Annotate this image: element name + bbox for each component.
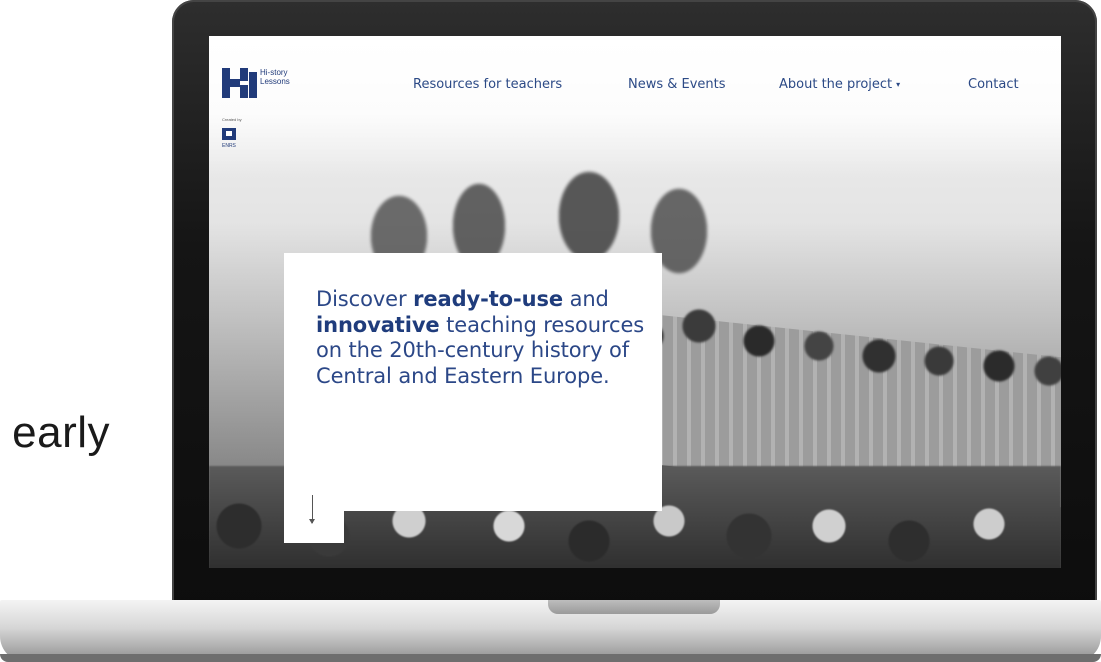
site-header: Hi-story Lessons Created by ENRS Resourc… xyxy=(209,36,1061,149)
logo-text: Hi-story Lessons xyxy=(260,68,290,86)
hero-text-emphasis: innovative xyxy=(316,312,440,337)
nav-about-the-project[interactable]: About the project ▾ xyxy=(779,77,900,92)
hero-text-segment: Discover xyxy=(316,287,414,311)
hero-text-emphasis: ready-to-use xyxy=(413,287,563,311)
logo-text-line2: Lessons xyxy=(260,77,290,86)
nav-news-events[interactable]: News & Events xyxy=(628,77,726,92)
nav-label: News & Events xyxy=(628,77,726,92)
hero-text-segment: and xyxy=(563,287,609,311)
laptop-notch xyxy=(548,600,720,614)
nav-label: Resources for teachers xyxy=(413,77,563,92)
nav-label: About the project xyxy=(779,77,893,92)
hero-heading: Discover ready-to-use and innovative tea… xyxy=(316,287,646,389)
laptop-screen: Hi-story Lessons Created by ENRS Resourc… xyxy=(209,36,1061,568)
site-logo[interactable]: Hi-story Lessons xyxy=(222,68,290,98)
hero-card: Discover ready-to-use and innovative tea… xyxy=(284,253,662,511)
partner-logo-icon[interactable] xyxy=(222,128,236,140)
nav-contact[interactable]: Contact xyxy=(968,77,1019,92)
logo-text-line1: Hi-story xyxy=(260,68,288,77)
background-partial-word: early xyxy=(12,408,110,457)
created-by-label: Created by xyxy=(222,117,242,122)
chevron-down-icon: ▾ xyxy=(896,80,901,89)
nav-label: Contact xyxy=(968,77,1019,92)
photo-crowd-on-wall xyxy=(629,276,1061,396)
logo-mark-icon xyxy=(222,68,258,98)
arrow-down-icon xyxy=(309,495,315,524)
scroll-down-button[interactable] xyxy=(284,495,344,543)
nav-resources-for-teachers[interactable]: Resources for teachers xyxy=(413,77,562,92)
partner-logo-label: ENRS xyxy=(222,143,236,149)
